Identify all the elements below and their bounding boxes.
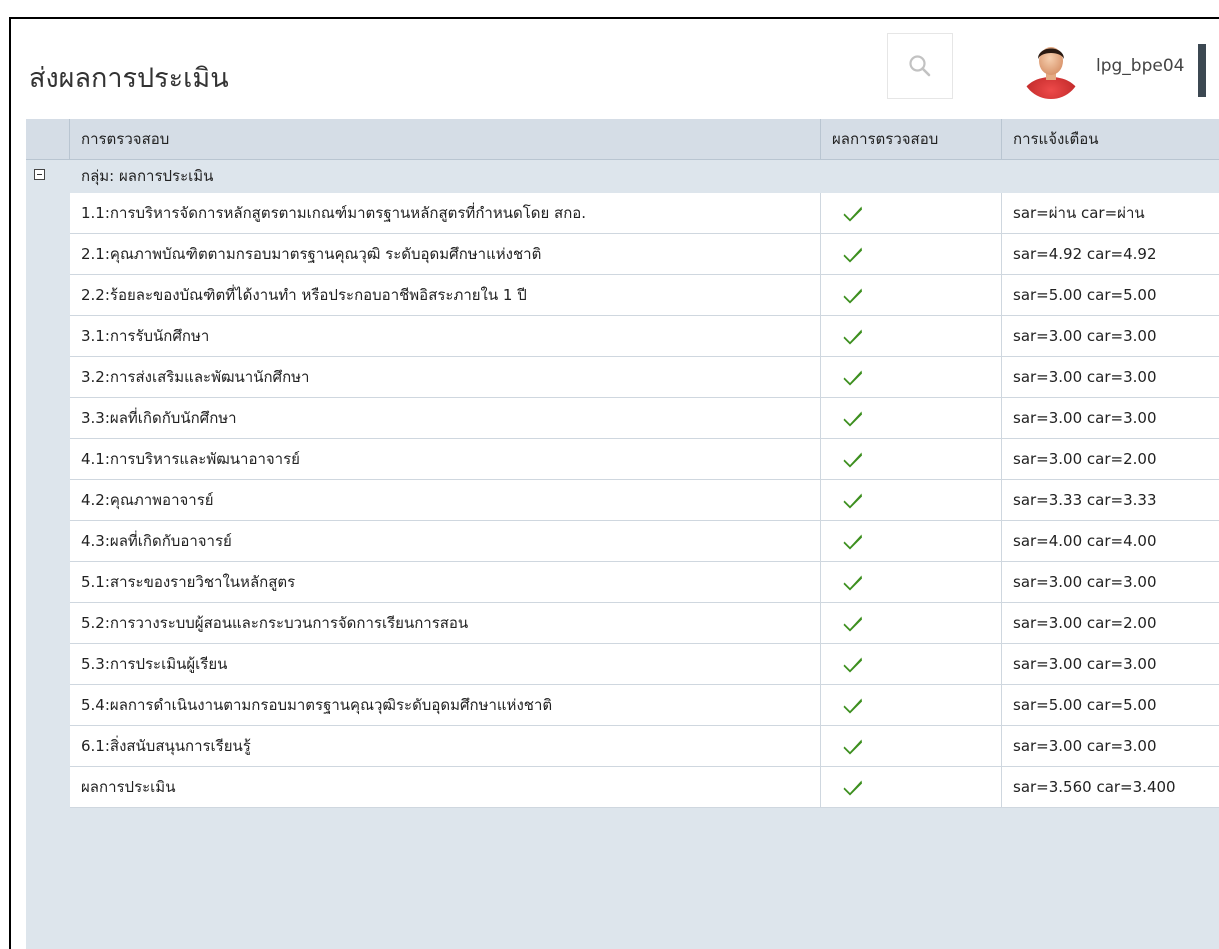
row-check-name: 5.2:การวางระบบผู้สอนและกระบวนการจัดการเร… bbox=[70, 603, 821, 644]
row-result bbox=[821, 234, 1002, 275]
row-indent bbox=[26, 316, 70, 357]
row-notice: sar=3.00 car=3.00 bbox=[1002, 644, 1219, 685]
row-result bbox=[821, 562, 1002, 603]
row-indent bbox=[26, 439, 70, 480]
row-result bbox=[821, 603, 1002, 644]
row-notice: sar=ผ่าน car=ผ่าน bbox=[1002, 193, 1219, 234]
row-notice: sar=3.00 car=2.00 bbox=[1002, 439, 1219, 480]
user-avatar-icon[interactable] bbox=[1019, 37, 1083, 101]
check-icon bbox=[843, 534, 862, 550]
row-notice: sar=4.92 car=4.92 bbox=[1002, 234, 1219, 275]
search-icon bbox=[909, 55, 931, 77]
row-notice: sar=3.00 car=3.00 bbox=[1002, 357, 1219, 398]
row-check-name: 4.1:การบริหารและพัฒนาอาจารย์ bbox=[70, 439, 821, 480]
check-icon bbox=[843, 493, 862, 509]
row-notice: sar=4.00 car=4.00 bbox=[1002, 521, 1219, 562]
check-icon bbox=[843, 657, 862, 673]
row-result bbox=[821, 398, 1002, 439]
row-indent bbox=[26, 767, 70, 808]
row-check-name: ผลการประเมิน bbox=[70, 767, 821, 808]
row-check-name: 6.1:สิ่งสนับสนุนการเรียนรู้ bbox=[70, 726, 821, 767]
check-icon bbox=[843, 329, 862, 345]
row-indent bbox=[26, 193, 70, 234]
row-indent bbox=[26, 480, 70, 521]
row-notice: sar=3.00 car=3.00 bbox=[1002, 316, 1219, 357]
username[interactable]: lpg_bpe04 bbox=[1096, 56, 1184, 76]
row-check-name: 2.2:ร้อยละของบัณฑิตที่ได้งานทำ หรือประกอ… bbox=[70, 275, 821, 316]
row-check-name: 1.1:การบริหารจัดการหลักสูตรตามเกณฑ์มาตรฐ… bbox=[70, 193, 821, 234]
check-icon bbox=[843, 698, 862, 714]
check-icon bbox=[843, 780, 862, 796]
row-check-name: 4.3:ผลที่เกิดกับอาจารย์ bbox=[70, 521, 821, 562]
search-button[interactable] bbox=[887, 33, 953, 99]
row-result bbox=[821, 316, 1002, 357]
check-icon bbox=[843, 575, 862, 591]
row-check-name: 3.3:ผลที่เกิดกับนักศึกษา bbox=[70, 398, 821, 439]
row-result bbox=[821, 275, 1002, 316]
row-indent bbox=[26, 726, 70, 767]
row-indent bbox=[26, 357, 70, 398]
row-check-name: 4.2:คุณภาพอาจารย์ bbox=[70, 480, 821, 521]
page-header: ส่งผลการประเมิน lpg_bpe04 bbox=[11, 19, 1219, 119]
check-icon bbox=[843, 616, 862, 632]
column-header-check[interactable]: การตรวจสอบ bbox=[70, 119, 821, 160]
group-label: กลุ่ม: ผลการประเมิน bbox=[70, 160, 770, 193]
check-icon bbox=[843, 288, 862, 304]
group-expander-cell[interactable] bbox=[26, 160, 70, 193]
check-icon bbox=[843, 739, 862, 755]
row-check-name: 5.3:การประเมินผู้เรียน bbox=[70, 644, 821, 685]
row-indent bbox=[26, 562, 70, 603]
column-header-result[interactable]: ผลการตรวจสอบ bbox=[821, 119, 1002, 160]
page-title: ส่งผลการประเมิน bbox=[29, 63, 229, 94]
row-notice: sar=3.00 car=3.00 bbox=[1002, 398, 1219, 439]
row-check-name: 5.1:สาระของรายวิชาในหลักสูตร bbox=[70, 562, 821, 603]
row-indent bbox=[26, 644, 70, 685]
row-indent bbox=[26, 275, 70, 316]
check-icon bbox=[843, 370, 862, 386]
row-indent bbox=[26, 521, 70, 562]
row-notice: sar=3.560 car=3.400 bbox=[1002, 767, 1219, 808]
check-icon bbox=[843, 247, 862, 263]
row-indent bbox=[26, 234, 70, 275]
check-icon bbox=[843, 452, 862, 468]
row-result bbox=[821, 767, 1002, 808]
row-check-name: 5.4:ผลการดำเนินงานตามกรอบมาตรฐานคุณวุฒิร… bbox=[70, 685, 821, 726]
assessment-table: การตรวจสอบ ผลการตรวจสอบ การแจ้งเตือน กลุ… bbox=[26, 119, 1219, 949]
scrollbar-thumb[interactable] bbox=[1198, 44, 1206, 97]
row-notice: sar=3.33 car=3.33 bbox=[1002, 480, 1219, 521]
row-notice: sar=5.00 car=5.00 bbox=[1002, 685, 1219, 726]
row-indent bbox=[26, 398, 70, 439]
header-spacer bbox=[26, 119, 70, 160]
row-notice: sar=3.00 car=3.00 bbox=[1002, 562, 1219, 603]
app-window: ส่งผลการประเมิน lpg_bpe04 การตรวจสอบ ผลก… bbox=[9, 17, 1219, 949]
row-result bbox=[821, 644, 1002, 685]
row-check-name: 3.2:การส่งเสริมและพัฒนานักศึกษา bbox=[70, 357, 821, 398]
row-result bbox=[821, 439, 1002, 480]
row-result bbox=[821, 480, 1002, 521]
check-icon bbox=[843, 411, 862, 427]
row-notice: sar=3.00 car=2.00 bbox=[1002, 603, 1219, 644]
row-check-name: 2.1:คุณภาพบัณฑิตตามกรอบมาตรฐานคุณวุฒิ ระ… bbox=[70, 234, 821, 275]
check-icon bbox=[843, 206, 862, 222]
row-result bbox=[821, 726, 1002, 767]
row-result bbox=[821, 357, 1002, 398]
row-result bbox=[821, 521, 1002, 562]
row-notice: sar=5.00 car=5.00 bbox=[1002, 275, 1219, 316]
row-indent bbox=[26, 685, 70, 726]
row-notice: sar=3.00 car=3.00 bbox=[1002, 726, 1219, 767]
column-header-notice[interactable]: การแจ้งเตือน bbox=[1002, 119, 1219, 160]
row-indent bbox=[26, 603, 70, 644]
row-result bbox=[821, 193, 1002, 234]
row-check-name: 3.1:การรับนักศึกษา bbox=[70, 316, 821, 357]
row-result bbox=[821, 685, 1002, 726]
collapse-icon[interactable] bbox=[34, 169, 45, 180]
